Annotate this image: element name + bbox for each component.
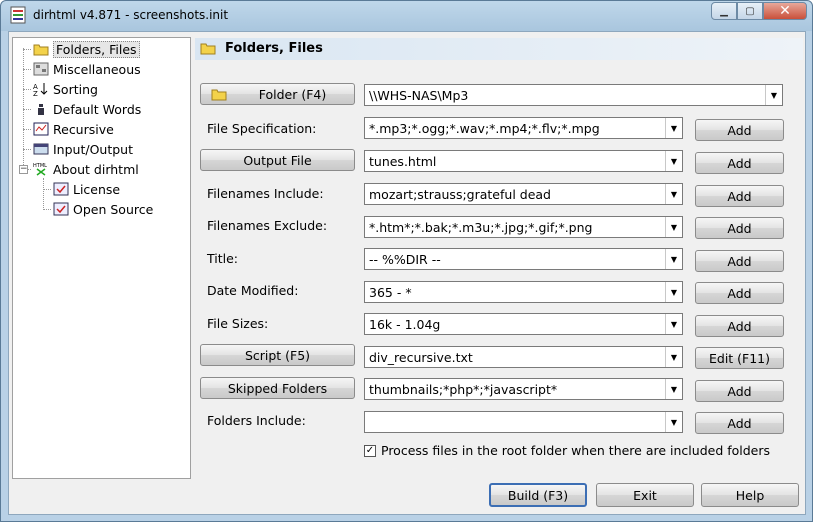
title-add-button[interactable]: Add bbox=[695, 250, 784, 272]
process-root-checkbox[interactable]: ✓ bbox=[364, 445, 376, 457]
close-icon: ✕ bbox=[779, 3, 791, 19]
filenames-exclude-label: Filenames Exclude: bbox=[207, 218, 328, 233]
output-file-button[interactable]: Output File bbox=[200, 149, 355, 171]
help-button[interactable]: Help bbox=[701, 483, 799, 507]
file-spec-label: File Specification: bbox=[207, 121, 317, 136]
exit-button[interactable]: Exit bbox=[596, 483, 694, 507]
maximize-button[interactable]: ▢ bbox=[737, 2, 763, 20]
folder-icon bbox=[211, 89, 227, 101]
date-modified-label: Date Modified: bbox=[207, 283, 299, 298]
folders-include-label: Folders Include: bbox=[207, 413, 306, 428]
minimize-icon: ▁ bbox=[720, 5, 728, 17]
file-sizes-add-button[interactable]: Add bbox=[695, 315, 784, 337]
tree-item-recursive[interactable]: Recursive bbox=[33, 120, 114, 138]
title-combo[interactable]: -- %%DIR -- ▼ bbox=[364, 248, 683, 270]
title-bar: dirhtml v4.871 - screenshots.init ▁ ▢ ✕ bbox=[1, 1, 812, 31]
file-spec-add-button[interactable]: Add bbox=[695, 119, 784, 141]
file-sizes-label: File Sizes: bbox=[207, 316, 269, 331]
tree-item-license[interactable]: License bbox=[53, 180, 120, 198]
folders-include-add-button[interactable]: Add bbox=[695, 412, 784, 434]
skipped-folders-button[interactable]: Skipped Folders bbox=[200, 377, 355, 399]
sort-icon: AZ bbox=[33, 83, 48, 96]
tree-item-input-output[interactable]: Input/Output bbox=[33, 140, 133, 158]
date-modified-combo[interactable]: 365 - * ▼ bbox=[364, 281, 683, 303]
chevron-down-icon[interactable]: ▼ bbox=[665, 151, 682, 171]
filenames-exclude-add-button[interactable]: Add bbox=[695, 217, 784, 239]
output-file-combo[interactable]: tunes.html ▼ bbox=[364, 150, 683, 172]
tree-item-default-words[interactable]: Default Words bbox=[33, 100, 141, 118]
app-icon bbox=[10, 6, 26, 24]
chevron-down-icon[interactable]: ▼ bbox=[665, 314, 682, 334]
script-edit-button[interactable]: Edit (F11) bbox=[695, 347, 784, 369]
window-title: dirhtml v4.871 - screenshots.init bbox=[33, 8, 229, 22]
folder-icon bbox=[33, 44, 49, 56]
misc-icon bbox=[33, 62, 49, 76]
svg-text:HTML: HTML bbox=[33, 163, 47, 169]
panel-title: Folders, Files bbox=[225, 41, 323, 56]
chevron-down-icon[interactable]: ▼ bbox=[665, 379, 682, 399]
chevron-down-icon[interactable]: ▼ bbox=[665, 217, 682, 237]
svg-text:Z: Z bbox=[33, 90, 38, 96]
check-icon: ✓ bbox=[365, 445, 375, 456]
skipped-folders-add-button[interactable]: Add bbox=[695, 380, 784, 402]
chevron-down-icon[interactable]: ▼ bbox=[765, 85, 782, 105]
title-label: Title: bbox=[207, 251, 238, 266]
license-icon bbox=[53, 182, 69, 196]
chevron-down-icon[interactable]: ▼ bbox=[665, 249, 682, 269]
build-button[interactable]: Build (F3) bbox=[489, 483, 587, 507]
output-file-add-button[interactable]: Add bbox=[695, 152, 784, 174]
skipped-folders-combo[interactable]: thumbnails;*php*;*javascript* ▼ bbox=[364, 378, 683, 400]
chevron-down-icon[interactable]: ▼ bbox=[665, 184, 682, 204]
html-icon: HTML bbox=[33, 163, 47, 176]
folders-include-combo[interactable]: ▼ bbox=[364, 411, 683, 433]
opensource-icon bbox=[53, 202, 69, 216]
io-icon bbox=[33, 143, 49, 155]
script-combo[interactable]: div_recursive.txt ▼ bbox=[364, 346, 683, 368]
app-window: dirhtml v4.871 - screenshots.init ▁ ▢ ✕ … bbox=[0, 0, 813, 522]
close-button[interactable]: ✕ bbox=[763, 2, 807, 20]
tree-item-open-source[interactable]: Open Source bbox=[53, 200, 153, 218]
panel-header: Folders, Files bbox=[195, 38, 803, 60]
chevron-down-icon[interactable]: ▼ bbox=[665, 118, 682, 138]
minimize-button[interactable]: ▁ bbox=[711, 2, 737, 20]
navigation-tree: − Folders, Files Miscellaneous AZ Sortin… bbox=[12, 37, 191, 479]
chevron-down-icon[interactable]: ▼ bbox=[665, 347, 682, 367]
dialog-client: − Folders, Files Miscellaneous AZ Sortin… bbox=[8, 31, 806, 515]
tree-item-folders-files[interactable]: Folders, Files bbox=[33, 40, 140, 58]
tree-item-miscellaneous[interactable]: Miscellaneous bbox=[33, 60, 141, 78]
filenames-include-label: Filenames Include: bbox=[207, 186, 324, 201]
filenames-include-add-button[interactable]: Add bbox=[695, 185, 784, 207]
folder-button[interactable]: Folder (F4) bbox=[200, 83, 355, 105]
folder-combo[interactable]: \\WHS-NAS\Mp3 ▼ bbox=[364, 84, 783, 106]
recursive-icon bbox=[33, 122, 49, 136]
maximize-icon: ▢ bbox=[745, 5, 755, 17]
chevron-down-icon[interactable]: ▼ bbox=[665, 412, 682, 432]
script-button[interactable]: Script (F5) bbox=[200, 344, 355, 366]
tree-item-about-dirhtml[interactable]: HTML About dirhtml bbox=[33, 160, 139, 178]
file-spec-combo[interactable]: *.mp3;*.ogg;*.wav;*.mp4;*.flv;*.mpg ▼ bbox=[364, 117, 683, 139]
file-sizes-combo[interactable]: 16k - 1.04g ▼ bbox=[364, 313, 683, 335]
filenames-exclude-combo[interactable]: *.htm*;*.bak;*.m3u;*.jpg;*.gif;*.png ▼ bbox=[364, 216, 683, 238]
process-root-label[interactable]: Process files in the root folder when th… bbox=[381, 443, 770, 458]
date-modified-add-button[interactable]: Add bbox=[695, 282, 784, 304]
filenames-include-combo[interactable]: mozart;strauss;grateful dead ▼ bbox=[364, 183, 683, 205]
folder-icon bbox=[200, 43, 216, 55]
chevron-down-icon[interactable]: ▼ bbox=[665, 282, 682, 302]
words-icon bbox=[38, 104, 44, 115]
tree-item-sorting[interactable]: AZ Sorting bbox=[33, 80, 98, 98]
collapse-toggle[interactable]: − bbox=[19, 165, 28, 174]
